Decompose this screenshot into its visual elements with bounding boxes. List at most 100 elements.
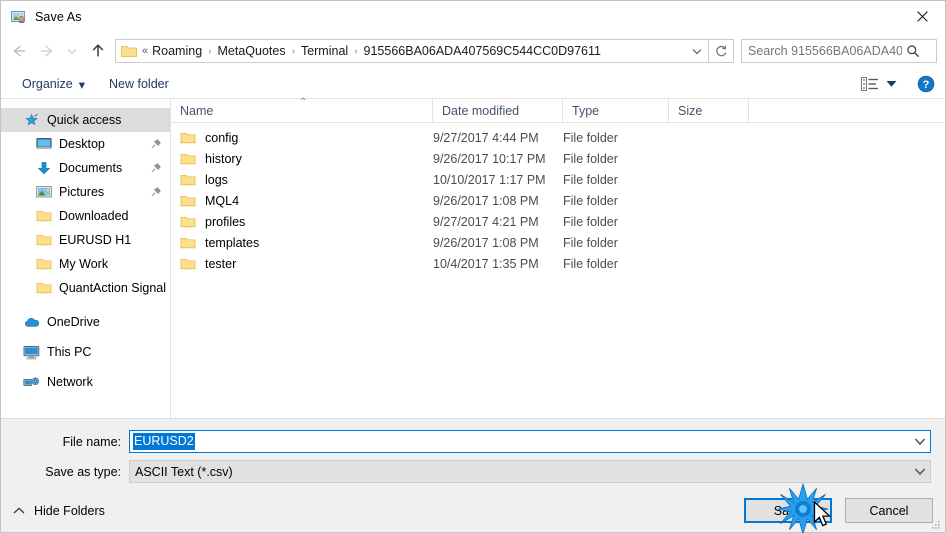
file-name-cell[interactable]: history	[171, 152, 433, 166]
search-icon[interactable]	[902, 44, 924, 58]
save-as-dialog: Save As « Roaming › MetaQuotes › Termina…	[0, 0, 946, 533]
resize-grip-icon[interactable]	[931, 519, 941, 529]
command-toolbar: Organize ▾ New folder ?	[1, 70, 945, 99]
file-name-cell[interactable]: profiles	[171, 215, 433, 229]
folder-icon	[35, 208, 52, 224]
cancel-button-label: Cancel	[869, 503, 909, 518]
organize-button[interactable]: Organize ▾	[15, 74, 92, 95]
table-row[interactable]: templates 9/26/2017 1:08 PM File folder	[171, 232, 945, 253]
dialog-button-group: Save Cancel	[744, 498, 933, 523]
sidebar-item-this-pc[interactable]: This PC	[1, 340, 170, 364]
sidebar-item-quick-access[interactable]: Quick access	[1, 108, 170, 132]
hide-folders-button[interactable]: Hide Folders	[13, 504, 105, 518]
breadcrumb-terminal[interactable]: Terminal	[300, 44, 349, 58]
close-icon[interactable]	[899, 2, 945, 32]
folder-icon	[35, 280, 52, 296]
sidebar-item-downloaded[interactable]: Downloaded	[1, 204, 170, 228]
file-type-cell: File folder	[563, 214, 618, 229]
sidebar-item-documents[interactable]: Documents	[1, 156, 170, 180]
column-header-label: Date modified	[442, 103, 520, 118]
sidebar-item-label: Downloaded	[59, 209, 129, 223]
search-box[interactable]	[741, 39, 937, 63]
save-button[interactable]: Save	[744, 498, 832, 523]
organize-label: Organize	[22, 77, 73, 91]
file-name-chevron-down-icon[interactable]	[910, 437, 930, 446]
column-header-type[interactable]: Type	[563, 99, 669, 122]
file-type-cell: File folder	[563, 235, 618, 250]
file-date-cell: 9/26/2017 10:17 PM	[433, 151, 546, 166]
file-name-input[interactable]: EURUSD2	[129, 430, 931, 453]
file-name-cell[interactable]: tester	[171, 257, 433, 271]
arrow-right-icon[interactable]	[33, 38, 59, 64]
breadcrumb-metaquotes[interactable]: MetaQuotes	[217, 44, 287, 58]
breadcrumb-separator: ›	[354, 45, 358, 57]
table-row[interactable]: MQL4 9/26/2017 1:08 PM File folder	[171, 190, 945, 211]
search-input[interactable]	[742, 44, 902, 58]
column-header-label: Type	[572, 103, 600, 118]
file-name-label: profiles	[205, 214, 246, 229]
file-name-label: MQL4	[205, 193, 240, 208]
column-header-size[interactable]: Size	[669, 99, 749, 122]
pin-icon[interactable]	[150, 138, 162, 150]
file-name-cell[interactable]: config	[171, 131, 433, 145]
column-header-date-modified[interactable]: Date modified	[433, 99, 563, 122]
table-row[interactable]: logs 10/10/2017 1:17 PM File folder	[171, 169, 945, 190]
address-dropdown-chevron-down-icon[interactable]	[686, 40, 708, 62]
toolbar-right-group: ?	[858, 75, 935, 93]
sidebar-item-desktop[interactable]: Desktop	[1, 132, 170, 156]
file-type-cell: File folder	[563, 172, 618, 187]
view-layout-icon[interactable]	[858, 75, 882, 93]
recent-locations-chevron-down-icon[interactable]	[59, 38, 85, 64]
file-name-cell[interactable]: templates	[171, 236, 433, 250]
table-row[interactable]: tester 10/4/2017 1:35 PM File folder	[171, 253, 945, 274]
chevron-up-icon	[13, 504, 25, 518]
save-as-type-chevron-down-icon[interactable]	[910, 467, 930, 476]
table-row[interactable]: config 9/27/2017 4:44 PM File folder	[171, 127, 945, 148]
file-name-label: tester	[205, 256, 237, 271]
star-pin-icon	[23, 112, 40, 128]
view-options-chevron-down-icon[interactable]	[882, 75, 903, 93]
column-header-name[interactable]: Name ⌃	[171, 97, 433, 122]
breadcrumb-separator: ›	[208, 45, 212, 57]
sidebar-item-label: Pictures	[59, 185, 105, 199]
sidebar-item-label: Documents	[59, 161, 123, 175]
address-overflow-marker[interactable]: «	[141, 45, 151, 57]
save-as-type-value: ASCII Text (*.csv)	[135, 464, 233, 479]
breadcrumb-roaming[interactable]: Roaming	[151, 44, 203, 58]
file-name-label: config	[205, 130, 239, 145]
sidebar-item-pictures[interactable]: Pictures	[1, 180, 170, 204]
file-name-cell[interactable]: MQL4	[171, 194, 433, 208]
table-row[interactable]: profiles 9/27/2017 4:21 PM File folder	[171, 211, 945, 232]
cancel-button[interactable]: Cancel	[845, 498, 933, 523]
pin-icon[interactable]	[150, 162, 162, 174]
file-date-cell: 9/27/2017 4:21 PM	[433, 214, 539, 229]
save-as-type-select[interactable]: ASCII Text (*.csv)	[129, 460, 931, 483]
sidebar-item-label: Quick access	[47, 113, 122, 127]
table-row[interactable]: history 9/26/2017 10:17 PM File folder	[171, 148, 945, 169]
file-name-value[interactable]: EURUSD2	[133, 433, 195, 450]
sidebar-item-my-work[interactable]: My Work	[1, 252, 170, 276]
arrow-left-icon[interactable]	[7, 38, 33, 64]
refresh-icon[interactable]	[709, 39, 734, 63]
sidebar-item-label: Network	[47, 375, 93, 389]
pin-icon[interactable]	[150, 186, 162, 198]
help-icon[interactable]: ?	[917, 75, 935, 93]
sidebar-item-onedrive[interactable]: OneDrive	[1, 310, 170, 334]
new-folder-button[interactable]: New folder	[102, 74, 176, 94]
folder-icon	[180, 131, 196, 145]
file-list[interactable]: config 9/27/2017 4:44 PM File folder his…	[171, 123, 945, 418]
arrow-up-icon[interactable]	[85, 38, 111, 64]
breadcrumb-terminal-guid[interactable]: 915566BA06ADA407569C544CC0D97611	[363, 44, 602, 58]
file-type-cell: File folder	[563, 130, 618, 145]
save-as-type-label: Save as type:	[45, 464, 121, 479]
sidebar-item-network[interactable]: Network	[1, 370, 170, 394]
sidebar-item-label: My Work	[59, 257, 109, 271]
chevron-down-icon: ▾	[78, 77, 86, 92]
sidebar-item-eurusd-h1[interactable]: EURUSD H1	[1, 228, 170, 252]
sidebar-item-quantaction-signal[interactable]: QuantAction Signal	[1, 276, 170, 300]
folder-icon	[121, 44, 137, 58]
address-bar[interactable]: « Roaming › MetaQuotes › Terminal › 9155…	[115, 39, 709, 63]
sidebar-item-label: This PC	[47, 345, 92, 359]
folder-icon	[35, 256, 52, 272]
file-name-cell[interactable]: logs	[171, 173, 433, 187]
